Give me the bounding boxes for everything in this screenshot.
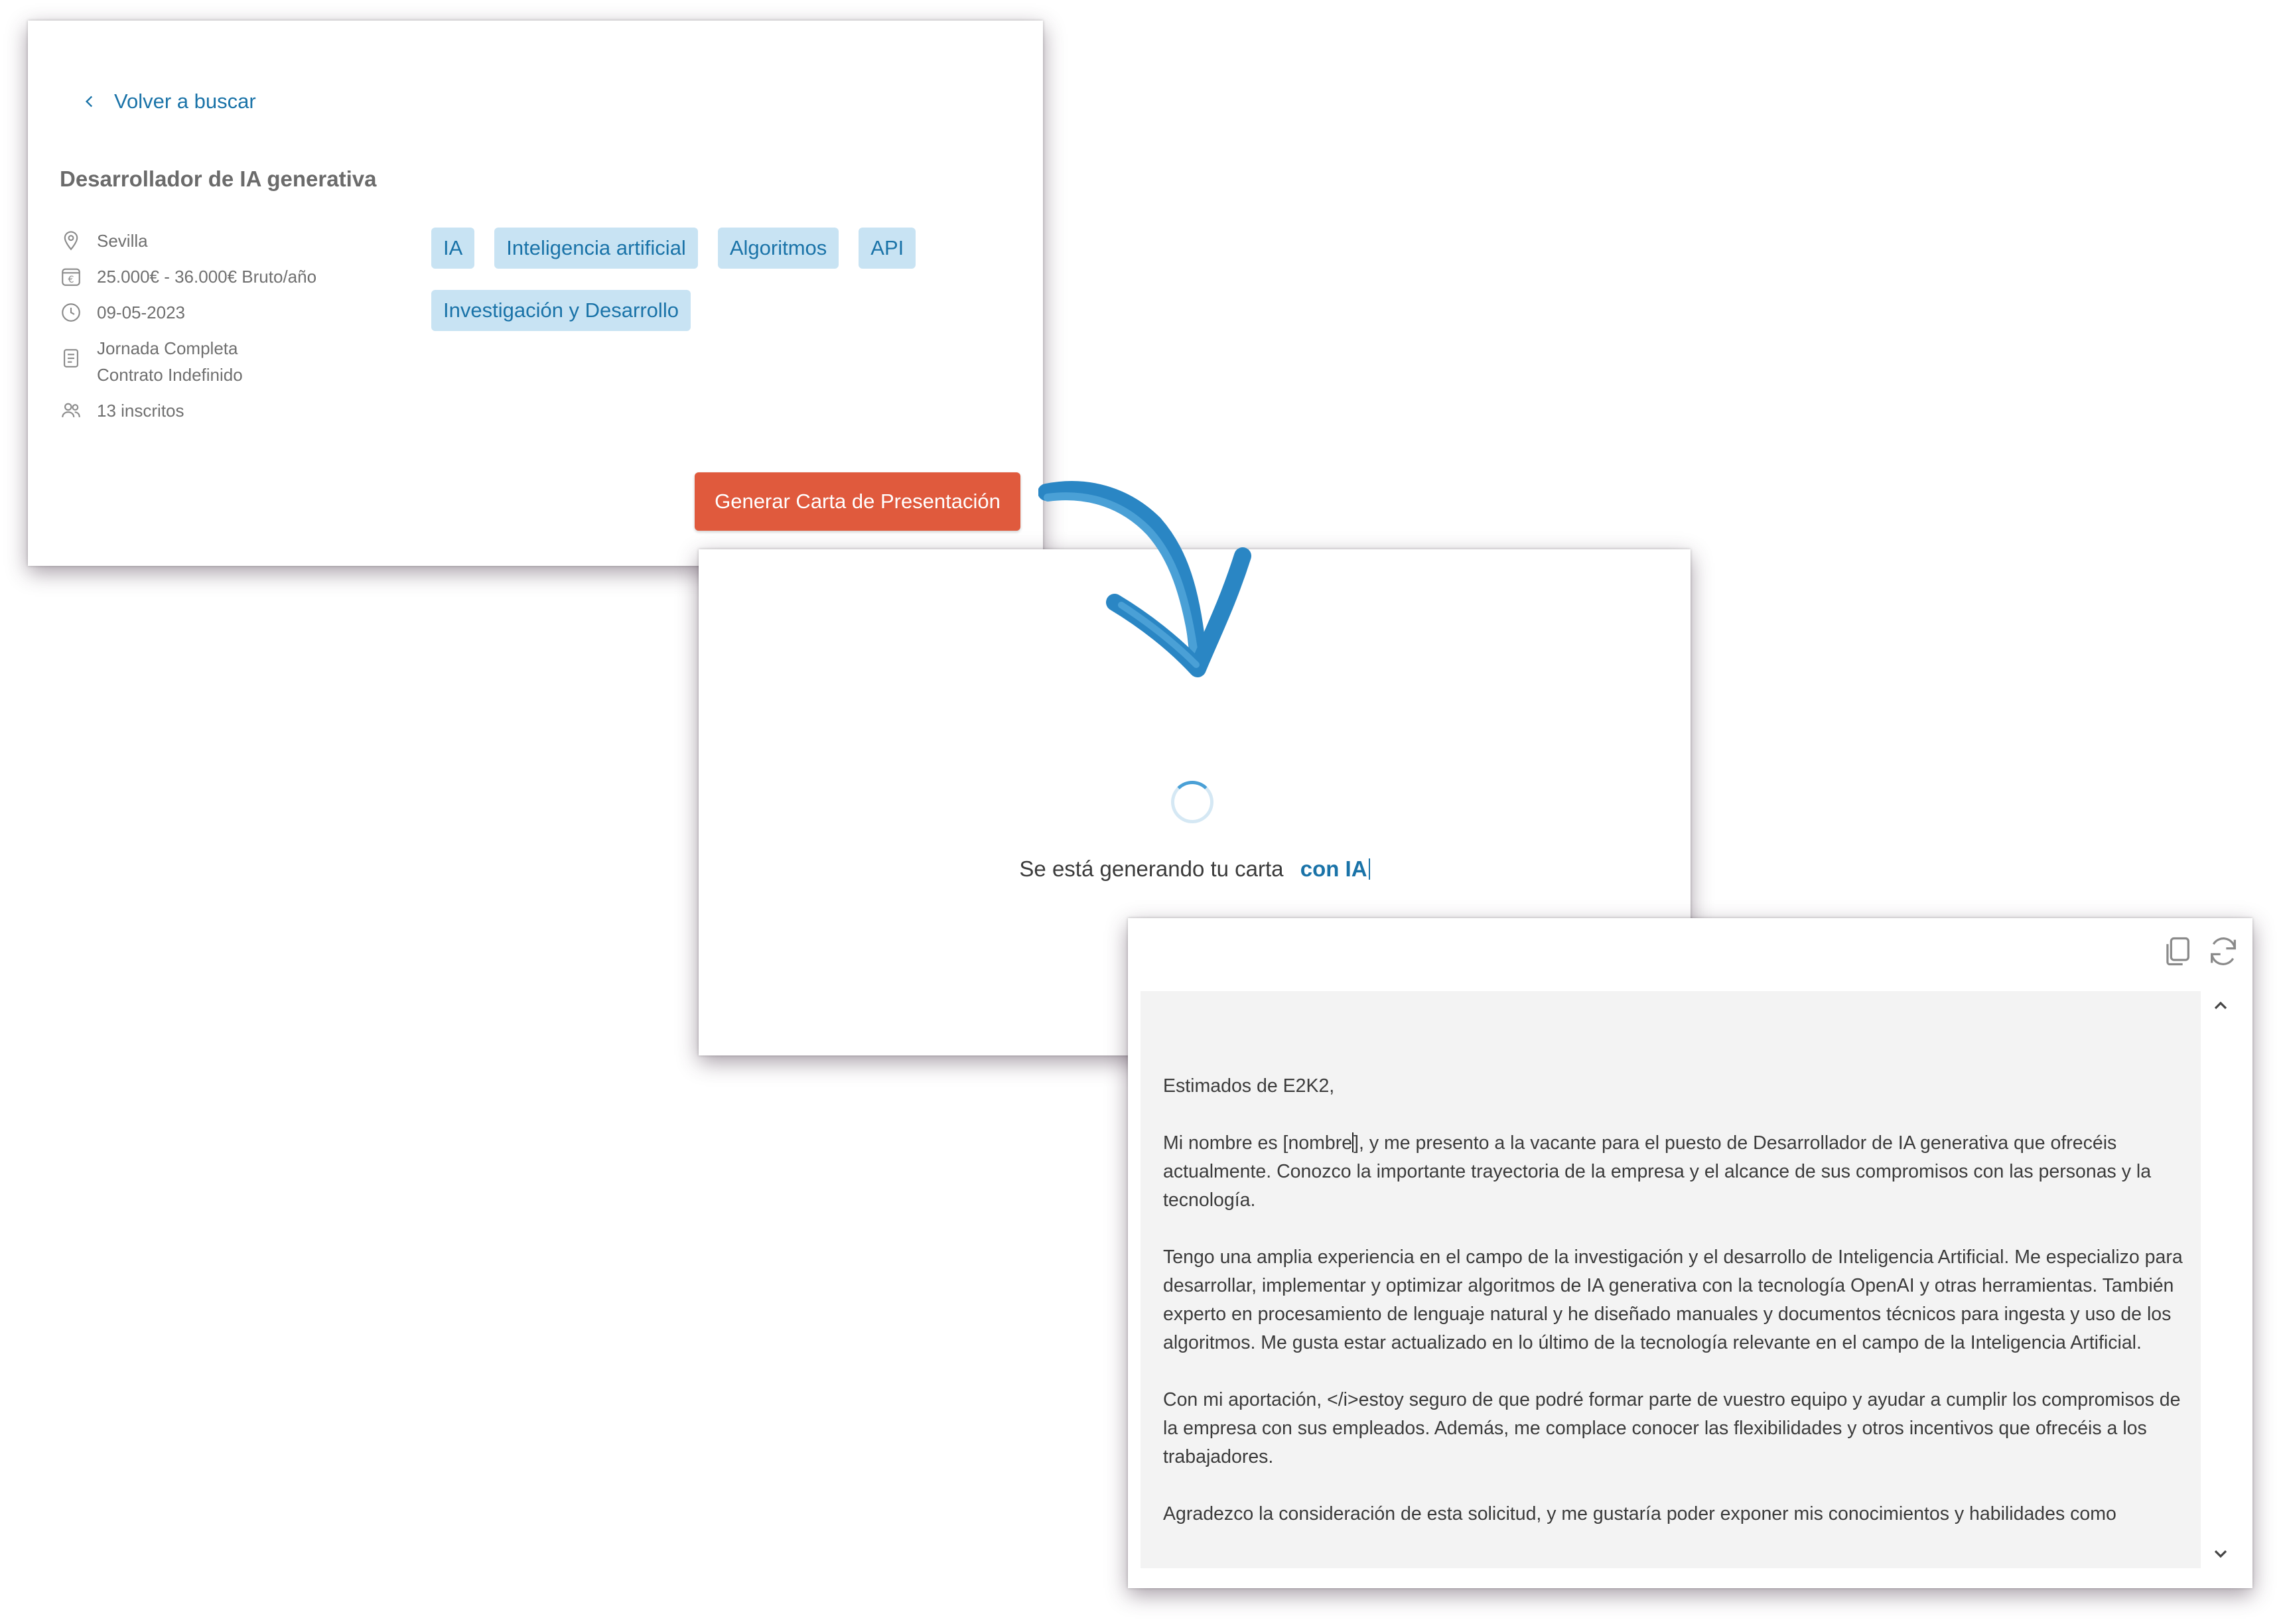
letter-paragraph-3: Con mi aportación, </i>estoy seguro de q… <box>1163 1389 2181 1467</box>
location-text: Sevilla <box>97 231 148 251</box>
letter-greeting: Estimados de E2K2, <box>1163 1075 1335 1097</box>
salary-icon: € <box>62 268 80 286</box>
job-meta-list: Sevilla € 25.000€ - 36.000€ Bruto/año 09… <box>60 228 431 433</box>
date-row: 09-05-2023 <box>60 299 431 326</box>
chevron-down-icon[interactable] <box>2210 1543 2231 1564</box>
location-pin-icon <box>64 231 78 251</box>
loading-spinner-icon <box>1171 781 1213 823</box>
tag-api[interactable]: API <box>859 228 916 269</box>
letter-textarea[interactable]: Estimados de E2K2, Mi nombre es [nombre]… <box>1141 991 2201 1568</box>
document-icon <box>64 349 78 368</box>
job-title: Desarrollador de IA generativa <box>60 167 377 191</box>
back-link-label: Volver a buscar <box>114 90 256 113</box>
tag-algoritmos[interactable]: Algoritmos <box>717 228 839 269</box>
job-offer-card: Volver a buscar Desarrollador de IA gene… <box>28 21 1043 566</box>
letter-paragraph-1: Mi nombre es [nombre], y me presento a l… <box>1163 1129 2198 1215</box>
generating-label: Se está generando tu carta <box>1019 856 1284 881</box>
tag-investigacion-desarrollo[interactable]: Investigación y Desarrollo <box>431 290 691 331</box>
text-cursor <box>1368 858 1370 880</box>
salary-text: 25.000€ - 36.000€ Bruto/año <box>97 267 317 287</box>
tag-ia[interactable]: IA <box>431 228 475 269</box>
applicants-row: 13 inscritos <box>60 397 431 424</box>
location-row: Sevilla <box>60 228 431 254</box>
back-to-search-link[interactable]: Volver a buscar <box>81 90 256 113</box>
contract-row: Jornada Completa Contrato Indefinido <box>60 335 431 388</box>
skill-tags: IA Inteligencia artificial Algoritmos AP… <box>431 228 989 352</box>
flow-arrow-icon <box>1038 481 1251 677</box>
workday-text: Jornada Completa <box>97 338 238 358</box>
letter-content: Estimados de E2K2, Mi nombre es [nombre]… <box>1163 1072 2198 1557</box>
tag-inteligencia-artificial[interactable]: Inteligencia artificial <box>494 228 698 269</box>
generating-highlight: con IA <box>1300 856 1367 881</box>
chevron-left-icon <box>85 96 93 107</box>
cover-letter-card: Estimados de E2K2, Mi nombre es [nombre]… <box>1128 918 2252 1588</box>
letter-scrollbar[interactable] <box>2207 991 2234 1568</box>
date-text: 09-05-2023 <box>97 303 185 322</box>
generate-cover-letter-button[interactable]: Generar Carta de Presentación <box>695 472 1020 531</box>
copy-icon[interactable] <box>2160 934 2194 969</box>
chevron-up-icon[interactable] <box>2210 995 2231 1016</box>
contract-text: Contrato Indefinido <box>97 365 243 385</box>
refresh-icon[interactable] <box>2206 934 2241 969</box>
letter-paragraph-4: Agradezco la consideración de esta solic… <box>1163 1503 2116 1524</box>
salary-row: € 25.000€ - 36.000€ Bruto/año <box>60 263 431 290</box>
letter-p1-start: Mi nombre es [nombre <box>1163 1132 1353 1154</box>
clock-icon <box>62 303 80 322</box>
generating-message: Se está generando tu carta con IA <box>699 856 1691 882</box>
letter-toolbar <box>2148 934 2241 969</box>
svg-text:€: € <box>68 275 74 285</box>
applicants-text: 13 inscritos <box>97 401 184 421</box>
letter-paragraph-2: Tengo una amplia experiencia en el campo… <box>1163 1247 2183 1353</box>
users-icon <box>62 403 80 418</box>
